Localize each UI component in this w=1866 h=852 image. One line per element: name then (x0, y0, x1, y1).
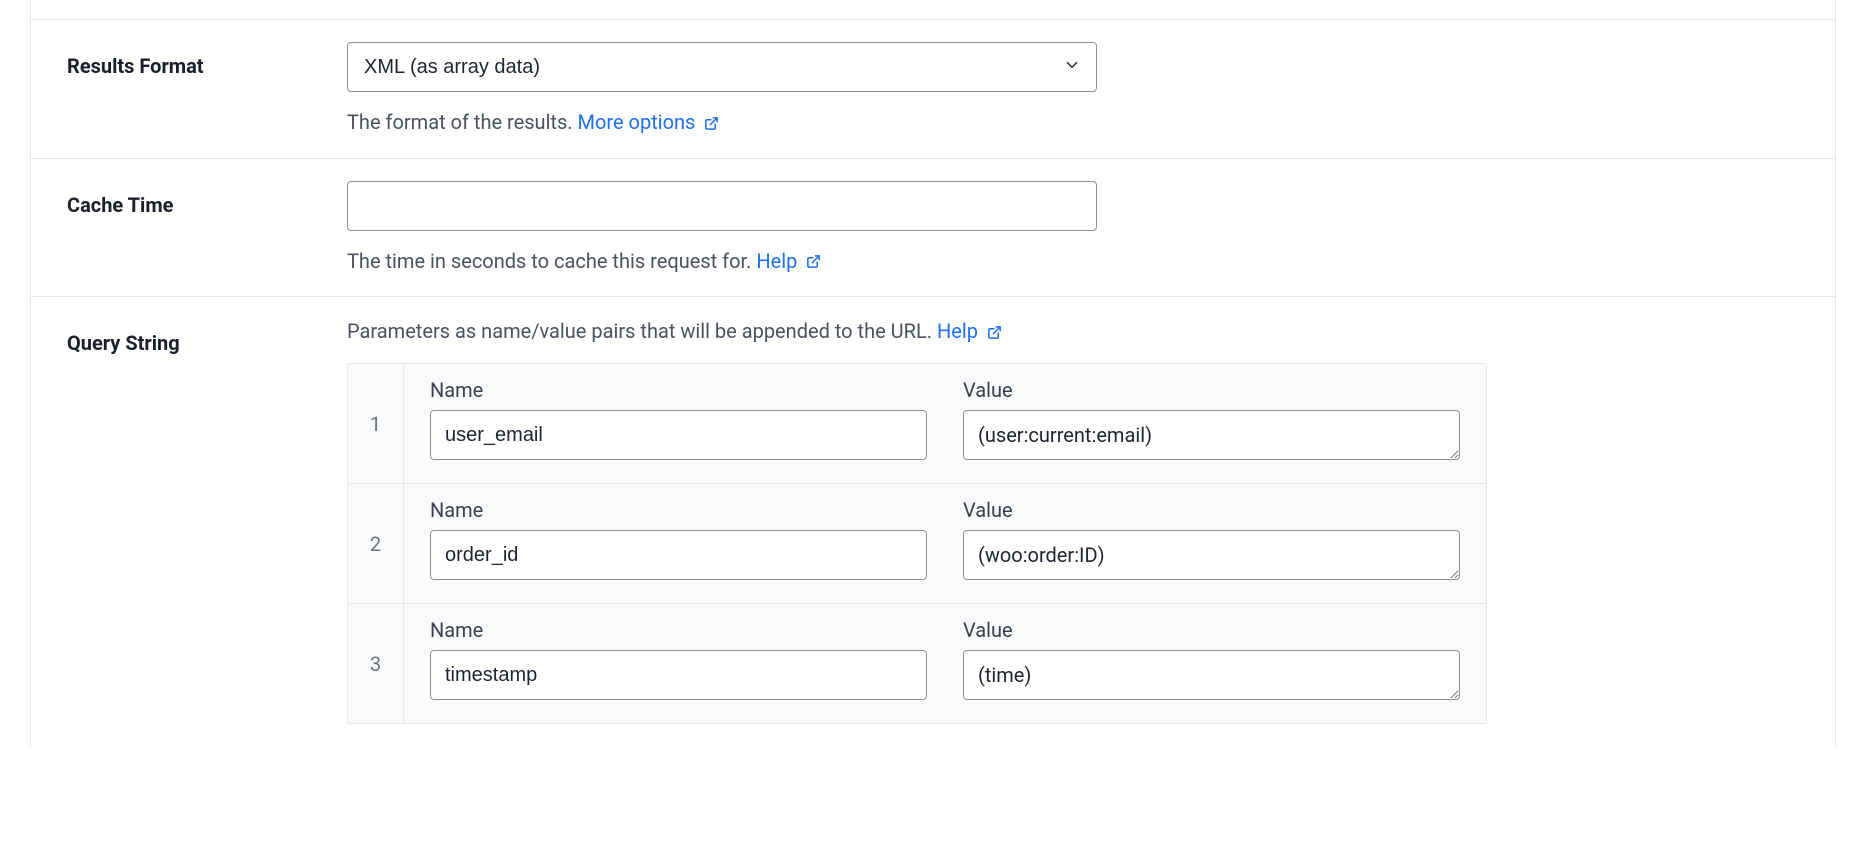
cache-time-help: The time in seconds to cache this reques… (347, 249, 1487, 275)
results-format-row: Results Format XML (as array data) The f… (31, 20, 1835, 159)
query-string-help: Parameters as name/value pairs that will… (347, 319, 1487, 345)
cache-time-help-text: The time in seconds to cache this reques… (347, 249, 756, 273)
query-string-param-row: 3 Name Value (348, 604, 1486, 723)
cache-time-input[interactable] (347, 181, 1097, 231)
query-string-table: 1 Name Value 2 (347, 363, 1487, 724)
results-format-help-text: The format of the results. (347, 110, 578, 134)
external-link-icon (987, 321, 1002, 345)
param-value-label: Value (963, 378, 1460, 402)
cache-time-label: Cache Time (67, 181, 347, 217)
param-name-label: Name (430, 498, 927, 522)
cache-time-row: Cache Time The time in seconds to cache … (31, 159, 1835, 298)
previous-row-divider (31, 0, 1835, 20)
query-string-help-text: Parameters as name/value pairs that will… (347, 319, 937, 343)
param-name-input[interactable] (430, 410, 927, 460)
param-value-input[interactable] (963, 530, 1460, 580)
param-row-index: 3 (348, 604, 404, 723)
param-row-index: 1 (348, 364, 404, 483)
param-value-label: Value (963, 618, 1460, 642)
param-value-input[interactable] (963, 410, 1460, 460)
external-link-icon (704, 112, 719, 136)
cache-time-help-link[interactable]: Help (756, 249, 821, 273)
param-row-index: 2 (348, 484, 404, 603)
param-name-label: Name (430, 378, 927, 402)
param-value-label: Value (963, 498, 1460, 522)
query-string-row: Query String Parameters as name/value pa… (31, 297, 1835, 746)
external-link-icon (806, 250, 821, 274)
query-string-param-row: 2 Name Value (348, 484, 1486, 604)
param-value-input[interactable] (963, 650, 1460, 700)
query-string-label: Query String (67, 319, 347, 355)
results-format-help-link[interactable]: More options (578, 110, 720, 134)
results-format-help: The format of the results. More options (347, 110, 1487, 136)
query-string-help-link[interactable]: Help (937, 319, 1002, 343)
param-name-label: Name (430, 618, 927, 642)
param-name-input[interactable] (430, 530, 927, 580)
results-format-label: Results Format (67, 42, 347, 78)
param-name-input[interactable] (430, 650, 927, 700)
query-string-param-row: 1 Name Value (348, 364, 1486, 484)
results-format-select[interactable]: XML (as array data) (347, 42, 1097, 92)
